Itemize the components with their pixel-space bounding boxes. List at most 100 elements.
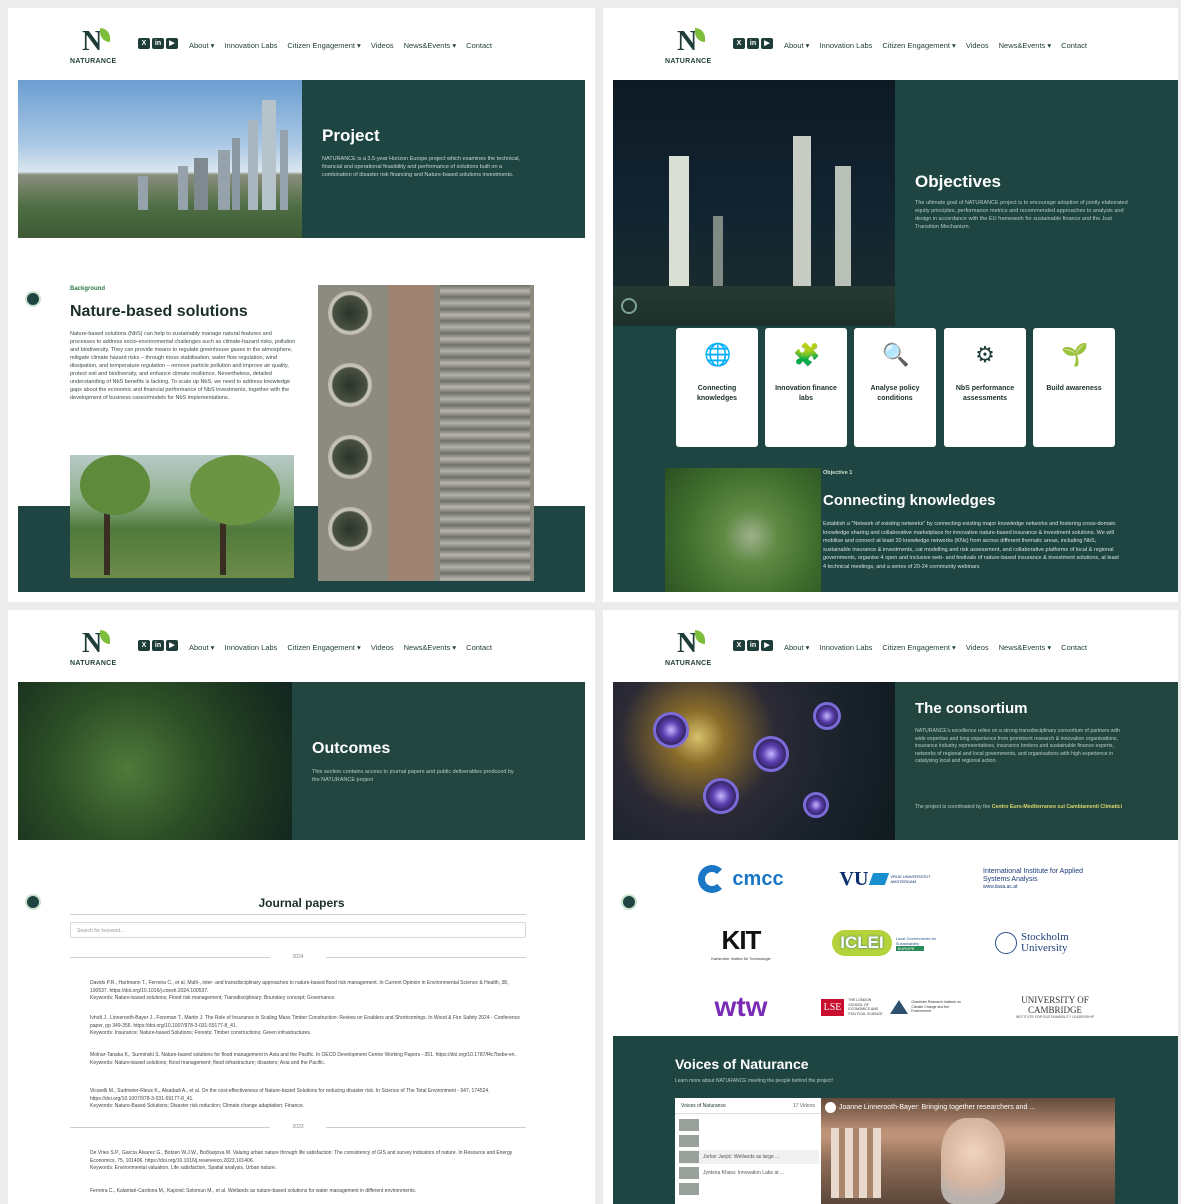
stockholm-university-logo[interactable]: Stockholm University bbox=[983, 926, 1103, 960]
vu-griffin-icon bbox=[869, 873, 890, 885]
linkedin-icon[interactable]: in bbox=[747, 640, 759, 651]
playlist-item[interactable]: Jorker Janjić: Wetlands as large ... bbox=[679, 1150, 819, 1164]
cambridge-wordmark: UNIVERSITY OF CAMBRIDGE bbox=[1021, 995, 1089, 1015]
playlist-item[interactable] bbox=[679, 1182, 819, 1196]
menu-contact[interactable]: Contact bbox=[466, 41, 492, 50]
stockholm-wordmark: Stockholm University bbox=[1021, 931, 1069, 954]
project-hero-text-box: Project NATURANCE is a 3.5-year Horizon … bbox=[302, 80, 585, 238]
park-rainbow-image bbox=[70, 455, 294, 578]
objective-card-connecting-knowledges[interactable]: 🌐 Connecting knowledges bbox=[676, 328, 758, 447]
menu-about[interactable]: About ▾ bbox=[784, 41, 809, 50]
video-count: 17 Videos bbox=[792, 1103, 815, 1109]
naturance-logo[interactable]: N NATURANCE bbox=[70, 26, 124, 72]
naturance-logo[interactable]: N NATURANCE bbox=[665, 26, 719, 72]
menu-citizen-engagement[interactable]: Citizen Engagement ▾ bbox=[287, 41, 360, 50]
menu-about[interactable]: About ▾ bbox=[784, 643, 809, 652]
x-icon[interactable]: X bbox=[733, 640, 745, 651]
objective-card-nbs-performance[interactable]: ⚙ NbS performance assessments bbox=[944, 328, 1026, 447]
screenshot-grid: N NATURANCE X in ▶ About ▾ Innovation La… bbox=[0, 0, 1181, 1204]
speaker-portrait bbox=[941, 1118, 1005, 1204]
navbar: N NATURANCE X in ▶ About ▾ Innovation La… bbox=[8, 8, 595, 80]
menu-citizen-engagement[interactable]: Citizen Engagement ▾ bbox=[882, 41, 955, 50]
reference-keywords: Keywords: Nature-Based Solutions; Disast… bbox=[90, 1103, 304, 1109]
naturance-logo[interactable]: N NATURANCE bbox=[665, 628, 719, 674]
menu-about[interactable]: About ▾ bbox=[189, 41, 214, 50]
section-badge-icon bbox=[25, 291, 41, 307]
search-input[interactable]: Search for keyword... bbox=[70, 922, 526, 938]
lse-grantham-logo[interactable]: LSE THE LONDON SCHOOL OF ECONOMICS AND P… bbox=[811, 990, 971, 1024]
menu-about[interactable]: About ▾ bbox=[189, 643, 214, 652]
playlist-item[interactable]: Jyotsna Khara: Innovation Labs at ... bbox=[679, 1166, 819, 1180]
linkedin-icon[interactable]: in bbox=[152, 38, 164, 49]
menu-news-events[interactable]: News&Events ▾ bbox=[999, 643, 1052, 652]
grantham-wordmark: Grantham Research Institute on Climate C… bbox=[911, 1000, 961, 1014]
playlist-panel: Voices of Naturance 17 Videos Jorker Jan… bbox=[675, 1098, 821, 1204]
playlist-header: Voices of Naturance 17 Videos bbox=[675, 1098, 821, 1114]
arcade-columns bbox=[831, 1128, 881, 1198]
video-player[interactable]: Voices of Naturance 17 Videos Jorker Jan… bbox=[675, 1098, 1115, 1204]
menu-innovation-labs[interactable]: Innovation Labs bbox=[224, 41, 277, 50]
voices-section: Voices of Naturance Learn more about NAT… bbox=[613, 1036, 1178, 1204]
iclei-subtitle: Local Governments for Sustainability bbox=[895, 935, 937, 946]
menu-videos[interactable]: Videos bbox=[371, 643, 394, 652]
reference-text: De Vries S.P., García Álvarez G., Botzen… bbox=[90, 1150, 513, 1164]
page-title: Outcomes bbox=[312, 740, 391, 757]
cmcc-wordmark: cmcc bbox=[732, 867, 784, 890]
cambridge-logo[interactable]: UNIVERSITY OF CAMBRIDGE INSTITUTE FOR SU… bbox=[995, 990, 1115, 1024]
iclei-wordmark: ICLEI bbox=[832, 930, 892, 956]
youtube-icon[interactable]: ▶ bbox=[166, 640, 178, 651]
year-divider-2024: 2024 bbox=[70, 954, 526, 960]
reference-item: De Vries S.P., García Álvarez G., Botzen… bbox=[90, 1150, 520, 1173]
objective-card-build-awareness[interactable]: 🌱 Build awareness bbox=[1033, 328, 1115, 447]
menu-videos[interactable]: Videos bbox=[966, 41, 989, 50]
menu-innovation-labs[interactable]: Innovation Labs bbox=[224, 643, 277, 652]
video-thumbnail bbox=[679, 1167, 699, 1179]
wtw-logo[interactable]: wtw bbox=[681, 990, 801, 1024]
youtube-icon[interactable]: ▶ bbox=[761, 640, 773, 651]
linkedin-icon[interactable]: in bbox=[152, 640, 164, 651]
logo-wordmark: NATURANCE bbox=[665, 660, 712, 667]
youtube-icon[interactable]: ▶ bbox=[166, 38, 178, 49]
menu-videos[interactable]: Videos bbox=[371, 41, 394, 50]
iiasa-logo[interactable]: International Institute for Applied Syst… bbox=[983, 862, 1103, 896]
menu-citizen-engagement[interactable]: Citizen Engagement ▾ bbox=[287, 643, 360, 652]
youtube-icon[interactable]: ▶ bbox=[761, 38, 773, 49]
video-frame[interactable]: Joanne Linnerooth-Bayer: Bringing togeth… bbox=[821, 1098, 1115, 1204]
section-badge-icon bbox=[621, 894, 637, 910]
menu-innovation-labs[interactable]: Innovation Labs bbox=[819, 41, 872, 50]
menu-news-events[interactable]: News&Events ▾ bbox=[404, 41, 457, 50]
x-icon[interactable]: X bbox=[733, 38, 745, 49]
playlist-item[interactable] bbox=[679, 1118, 819, 1132]
naturance-logo[interactable]: N NATURANCE bbox=[70, 628, 124, 674]
iclei-logo[interactable]: ICLEI Local Governments for Sustainabili… bbox=[825, 926, 945, 960]
water-treatment-plant-image bbox=[318, 285, 534, 581]
x-icon[interactable]: X bbox=[138, 640, 150, 651]
vu-amsterdam-logo[interactable]: VU VRIJE UNIVERSITEIT AMSTERDAM bbox=[825, 862, 945, 896]
cmcc-logo[interactable]: cmcc bbox=[681, 862, 801, 896]
menu-videos[interactable]: Videos bbox=[966, 643, 989, 652]
menu-innovation-labs[interactable]: Innovation Labs bbox=[819, 643, 872, 652]
menu-contact[interactable]: Contact bbox=[1061, 643, 1087, 652]
menu-news-events[interactable]: News&Events ▾ bbox=[999, 41, 1052, 50]
video-title: Jyotsna Khara: Innovation Labs at ... bbox=[703, 1170, 785, 1176]
kit-logo[interactable]: KIT Karlsruher Institut für Technologie bbox=[681, 925, 801, 961]
kit-subtitle: Karlsruher Institut für Technologie bbox=[711, 956, 771, 961]
x-icon[interactable]: X bbox=[138, 38, 150, 49]
cmcc-swirl-icon bbox=[698, 865, 727, 893]
section-badge-icon bbox=[621, 298, 637, 314]
iiasa-url: www.iiasa.ac.at bbox=[983, 884, 1018, 890]
main-menu: About ▾ Innovation Labs Citizen Engageme… bbox=[189, 41, 492, 50]
objective-card-analyse-policy[interactable]: 🔍 Analyse policy conditions bbox=[854, 328, 936, 447]
menu-news-events[interactable]: News&Events ▾ bbox=[404, 643, 457, 652]
logo-wordmark: NATURANCE bbox=[70, 660, 117, 667]
coordinator-link[interactable]: Centro Euro-Mediterraneo sui Cambiamenti… bbox=[992, 804, 1122, 810]
reference-keywords: Keywords: Environmental valuation, Life … bbox=[90, 1165, 277, 1171]
linkedin-icon[interactable]: in bbox=[747, 38, 759, 49]
playlist-item[interactable] bbox=[679, 1134, 819, 1148]
social-links: X in ▶ bbox=[733, 38, 773, 49]
menu-citizen-engagement[interactable]: Citizen Engagement ▾ bbox=[882, 643, 955, 652]
objective-card-innovation-finance-labs[interactable]: 🧩 Innovation finance labs bbox=[765, 328, 847, 447]
menu-contact[interactable]: Contact bbox=[1061, 41, 1087, 50]
menu-contact[interactable]: Contact bbox=[466, 643, 492, 652]
section-label: Background bbox=[70, 286, 106, 292]
